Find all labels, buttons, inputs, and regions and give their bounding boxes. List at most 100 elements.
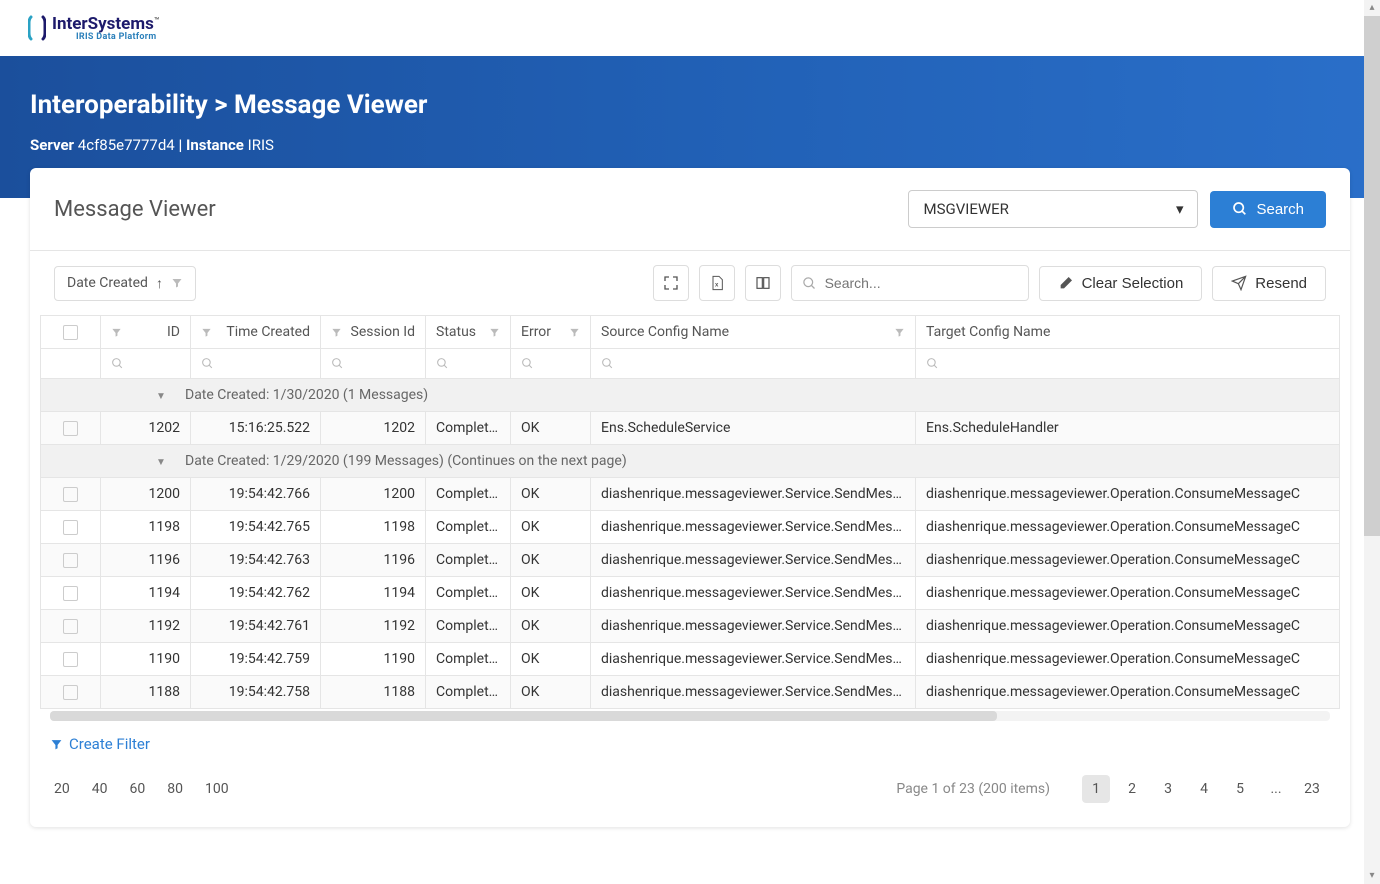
filter-icon (111, 327, 122, 338)
scroll-down-icon[interactable]: ▾ (1364, 868, 1380, 884)
table-row[interactable]: 118819:54:42.7581188CompletedOKdiashenri… (41, 676, 1340, 709)
cell: 1190 (321, 643, 426, 676)
cell: Ens.ScheduleService (591, 412, 916, 445)
filter-time[interactable] (191, 349, 321, 379)
page-size-option[interactable]: 60 (130, 781, 146, 797)
sort-chip[interactable]: Date Created ↑ (54, 266, 196, 301)
group-label: Date Created: 1/29/2020 (199 Messages) (… (185, 453, 627, 469)
scroll-up-icon[interactable]: ▴ (1364, 0, 1380, 16)
app-header: InterSystems™ IRIS Data Platform (0, 0, 1380, 56)
col-target[interactable]: Target Config Name (916, 316, 1340, 349)
collapse-all-button[interactable] (653, 265, 689, 301)
cell: diashenrique.messageviewer.Operation.Con… (916, 511, 1340, 544)
page-size-option[interactable]: 80 (167, 781, 183, 797)
view-dropdown[interactable]: MSGVIEWER ▾ (908, 190, 1198, 228)
table-row[interactable]: 120019:54:42.7661200CompletedOKdiashenri… (41, 478, 1340, 511)
filter-icon (489, 327, 500, 338)
cell: 19:54:42.759 (191, 643, 321, 676)
scroll-thumb[interactable] (1364, 16, 1380, 536)
cell: OK (511, 577, 591, 610)
row-checkbox[interactable] (63, 586, 78, 601)
row-checkbox[interactable] (63, 619, 78, 634)
pager-page[interactable]: 4 (1190, 775, 1218, 803)
resend-button[interactable]: Resend (1212, 266, 1326, 301)
filter-status[interactable] (426, 349, 511, 379)
row-checkbox[interactable] (63, 421, 78, 436)
filter-target[interactable] (916, 349, 1340, 379)
scroll-thumb[interactable] (50, 711, 997, 721)
group-row[interactable]: ▼ Date Created: 1/29/2020 (199 Messages) … (41, 445, 1340, 478)
col-error[interactable]: Error (511, 316, 591, 349)
vertical-scrollbar[interactable]: ▴ ▾ (1364, 0, 1380, 884)
table-row[interactable]: 119219:54:42.7611192CompletedOKdiashenri… (41, 610, 1340, 643)
cell: diashenrique.messageviewer.Service.SendM… (591, 511, 916, 544)
export-excel-button[interactable]: x (699, 265, 735, 301)
collapse-icon[interactable]: ▼ (151, 391, 171, 402)
select-all-checkbox[interactable] (63, 325, 78, 340)
col-select[interactable] (41, 316, 101, 349)
panel-header: Message Viewer MSGVIEWER ▾ Search (30, 168, 1350, 251)
filter-error[interactable] (511, 349, 591, 379)
page-size-option[interactable]: 40 (92, 781, 108, 797)
table-row[interactable]: 119019:54:42.7591190CompletedOKdiashenri… (41, 643, 1340, 676)
grid-footer: 20406080100 Page 1 of 23 (200 items) 123… (30, 755, 1350, 807)
col-id[interactable]: ID (101, 316, 191, 349)
cell: Completed (426, 676, 511, 709)
pager-page[interactable]: 5 (1226, 775, 1254, 803)
row-checkbox[interactable] (63, 520, 78, 535)
table-row[interactable]: 119619:54:42.7631196CompletedOKdiashenri… (41, 544, 1340, 577)
filter-id[interactable] (101, 349, 191, 379)
logo[interactable]: InterSystems™ IRIS Data Platform (28, 14, 1352, 42)
table-row[interactable]: 119819:54:42.7651198CompletedOKdiashenri… (41, 511, 1340, 544)
cell: Completed (426, 643, 511, 676)
breadcrumb-root[interactable]: Interoperability (30, 90, 208, 120)
row-checkbox[interactable] (63, 685, 78, 700)
horizontal-scrollbar[interactable] (50, 711, 1330, 721)
cell: diashenrique.messageviewer.Service.SendM… (591, 544, 916, 577)
excel-icon: x (709, 275, 725, 291)
pager-page[interactable]: 3 (1154, 775, 1182, 803)
data-grid: ID Time Created Session Id Status Error … (40, 315, 1340, 721)
collapse-icon[interactable]: ▼ (151, 457, 171, 468)
cell (41, 610, 101, 643)
cell: 19:54:42.758 (191, 676, 321, 709)
server-info: Server 4cf85e7777d4 | Instance IRIS (30, 136, 1350, 154)
sort-chip-label: Date Created (67, 275, 148, 291)
filter-session[interactable] (321, 349, 426, 379)
pager-page[interactable]: 2 (1118, 775, 1146, 803)
grid-search[interactable] (791, 265, 1029, 301)
clear-selection-button[interactable]: Clear Selection (1039, 266, 1203, 301)
col-status-label: Status (436, 324, 476, 340)
create-filter-link[interactable]: Create Filter (50, 735, 150, 753)
row-checkbox[interactable] (63, 652, 78, 667)
pager-page[interactable]: 1 (1082, 775, 1110, 803)
group-row[interactable]: ▼Date Created: 1/30/2020 (1 Messages) (41, 379, 1340, 412)
row-checkbox[interactable] (63, 553, 78, 568)
cell: diashenrique.messageviewer.Operation.Con… (916, 676, 1340, 709)
pager: Page 1 of 23 (200 items) 12345...23 (896, 775, 1326, 803)
table-row[interactable]: 120215:16:25.5221202CompletedOKEns.Sched… (41, 412, 1340, 445)
col-status[interactable]: Status (426, 316, 511, 349)
cell: 1192 (321, 610, 426, 643)
filter-source[interactable] (591, 349, 916, 379)
grid-search-input[interactable] (825, 275, 1018, 291)
page-size-option[interactable]: 100 (205, 781, 229, 797)
filter-icon (50, 738, 63, 751)
col-id-label: ID (167, 324, 180, 340)
row-checkbox[interactable] (63, 487, 78, 502)
logo-brand: InterSystems (52, 14, 154, 34)
collapse-icon (663, 275, 679, 291)
col-session[interactable]: Session Id (321, 316, 426, 349)
table-row[interactable]: 119419:54:42.7621194CompletedOKdiashenri… (41, 577, 1340, 610)
cell: 1194 (321, 577, 426, 610)
pager-page[interactable]: 23 (1298, 775, 1326, 803)
search-button-label: Search (1256, 201, 1304, 218)
search-button[interactable]: Search (1210, 191, 1326, 228)
page-size-option[interactable]: 20 (54, 781, 70, 797)
filter-icon (894, 327, 905, 338)
col-source[interactable]: Source Config Name (591, 316, 916, 349)
columns-icon (755, 275, 771, 291)
column-chooser-button[interactable] (745, 265, 781, 301)
pager-info: Page 1 of 23 (200 items) (896, 781, 1050, 797)
col-time[interactable]: Time Created (191, 316, 321, 349)
